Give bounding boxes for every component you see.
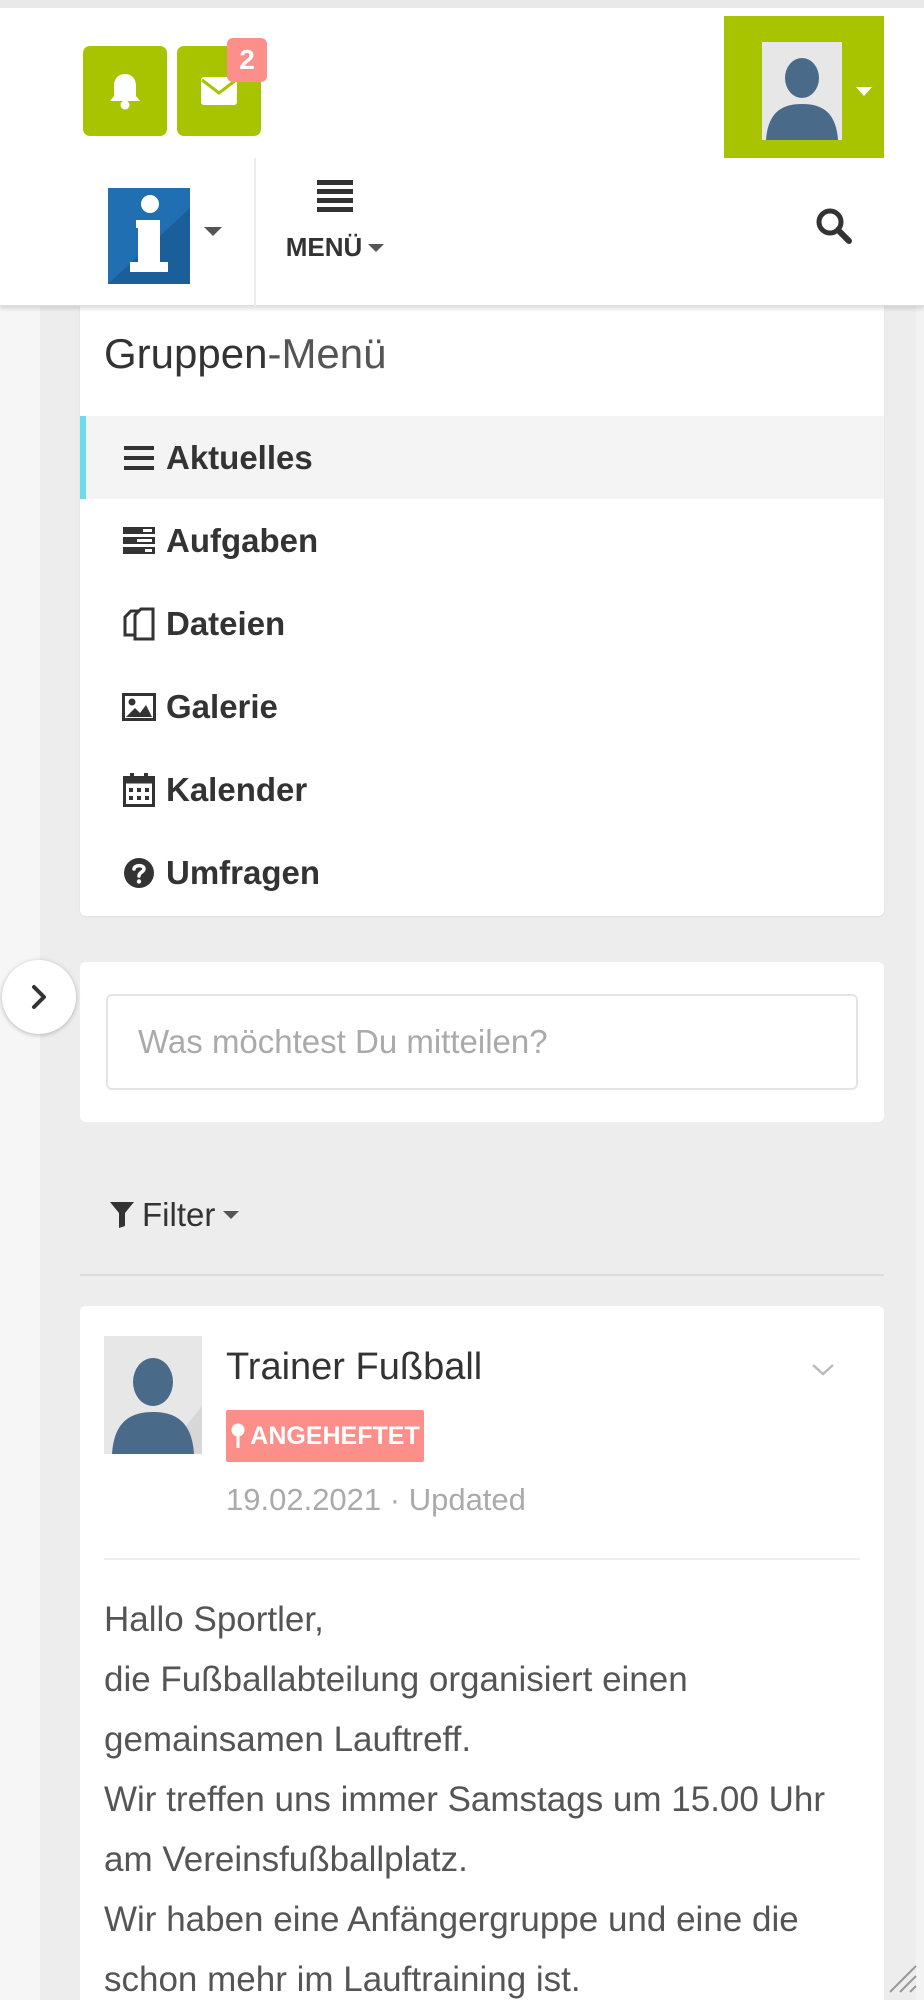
group-menu-item-galerie[interactable]: Galerie [80, 665, 884, 748]
pin-icon [231, 1423, 245, 1448]
message-count-badge: 2 [227, 38, 267, 82]
chevron-right-icon [32, 985, 46, 1009]
post-timestamp[interactable]: 19.02.2021 · Updated [226, 1482, 526, 1518]
sidebar-toggle-button[interactable] [2, 960, 76, 1034]
filter-caret-icon [223, 1211, 240, 1219]
calendar-icon [122, 772, 156, 807]
right-edge [916, 306, 924, 2000]
notifications-button[interactable] [83, 46, 167, 136]
group-menu-item-label: Aufgaben [166, 521, 319, 559]
nav-bar: MENÜ [0, 158, 924, 306]
user-silhouette-icon [766, 58, 838, 140]
menu-caret-icon [368, 243, 385, 252]
tasks-icon [122, 524, 156, 558]
group-title-bold: Gruppen [104, 330, 268, 377]
group-menu-title: Gruppen-Menü [104, 330, 387, 378]
logo-caret-icon [204, 227, 222, 236]
share-panel [80, 962, 884, 1122]
group-menu-item-kalender[interactable]: Kalender [80, 748, 884, 831]
group-menu-item-label: Dateien [166, 604, 286, 642]
post-options-button[interactable] [810, 1362, 840, 1384]
profile-menu-button[interactable] [724, 16, 884, 166]
user-silhouette-icon [112, 1358, 202, 1454]
group-menu-panel: Gruppen-Menü Aktuelles Aufgaben Dateien … [80, 306, 884, 916]
group-menu-list: Aktuelles Aufgaben Dateien Galerie Kalen… [80, 416, 884, 914]
post-card: Trainer Fußball ANGEHEFTET 19.02.2021 · … [80, 1306, 884, 2000]
bell-icon [110, 74, 140, 110]
group-menu-item-label: Umfragen [166, 853, 321, 891]
files-icon [122, 607, 156, 641]
group-menu-item-dateien[interactable]: Dateien [80, 582, 884, 665]
search-icon [816, 208, 852, 244]
post-body: Hallo Sportler, die Fußballabteilung org… [104, 1590, 864, 2000]
filter-divider [80, 1274, 884, 1276]
pinned-label: ANGEHEFTET [226, 1410, 424, 1462]
left-gutter [0, 306, 40, 2000]
share-input[interactable] [106, 994, 858, 1090]
post-divider [104, 1558, 860, 1560]
logo-button[interactable] [108, 188, 190, 284]
messages-button[interactable]: 2 [177, 38, 267, 136]
group-menu-item-aktuelles[interactable]: Aktuelles [80, 416, 884, 499]
list-icon [122, 441, 156, 475]
filter-button[interactable]: Filter [110, 1190, 240, 1240]
filter-icon [110, 1202, 134, 1228]
main-menu-button[interactable]: MENÜ [280, 180, 390, 290]
pinned-label-text: ANGEHEFTET [250, 1421, 420, 1450]
chevron-down-icon [812, 1364, 834, 1376]
resize-grip-icon[interactable] [884, 1960, 918, 1994]
post-body-line: Wir haben eine Anfängergruppe und eine d… [104, 1900, 799, 1999]
avatar [762, 42, 842, 140]
post-body-line: Hallo Sportler, [104, 1600, 324, 1639]
menu-label-text: MENÜ [285, 232, 363, 262]
group-title-light: -Menü [267, 330, 387, 377]
top-bar: 2 [0, 0, 924, 166]
group-menu-item-aufgaben[interactable]: Aufgaben [80, 499, 884, 582]
hamburger-icon [317, 180, 353, 212]
post-author-name[interactable]: Trainer Fußball [226, 1346, 482, 1389]
group-menu-item-label: Kalender [166, 770, 308, 808]
menu-label: MENÜ [286, 232, 385, 263]
nav-divider [254, 158, 256, 306]
question-circle-icon [122, 856, 156, 890]
caret-down-icon [856, 86, 872, 96]
group-menu-item-umfragen[interactable]: Umfragen [80, 831, 884, 914]
post-author-avatar[interactable] [104, 1336, 202, 1454]
search-button[interactable] [814, 206, 858, 250]
post-body-line: die Fußballabteilung organisiert einen g… [104, 1660, 688, 1759]
group-menu-item-label: Galerie [166, 687, 278, 725]
group-menu-item-label: Aktuelles [166, 438, 313, 476]
image-icon [122, 690, 156, 724]
info-logo-icon [108, 188, 190, 284]
post-body-line: Wir treffen uns immer Samstags um 15.00 … [104, 1780, 825, 1879]
filter-label: Filter [142, 1196, 216, 1233]
